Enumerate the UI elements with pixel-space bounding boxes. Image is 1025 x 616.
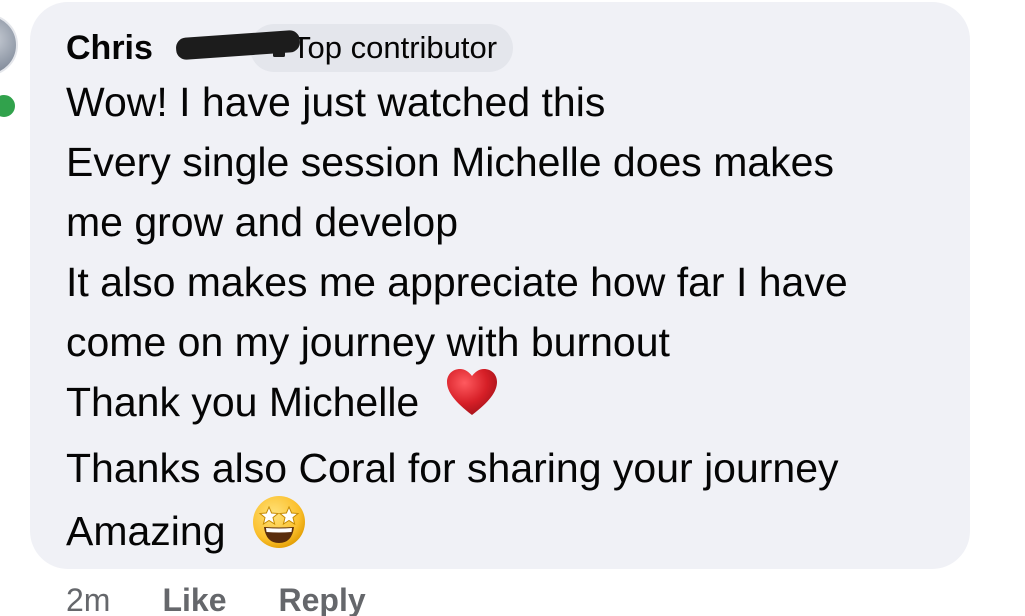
badge-label: Top contributor: [292, 30, 498, 65]
comment-body: Wow! I have just watched this Every sing…: [66, 72, 956, 570]
comment-line: me grow and develop: [66, 199, 459, 245]
star-struck-icon: [251, 494, 307, 566]
comment-line: Every single session Michelle does makes: [66, 139, 834, 185]
comment-screen: Chris Top contributor Wow! I have just w…: [0, 0, 1025, 616]
comment-line: Wow! I have just watched this: [66, 79, 606, 125]
comment-actions: 2m Like Reply: [66, 582, 366, 616]
comment-timestamp[interactable]: 2m: [66, 582, 110, 616]
reply-button[interactable]: Reply: [278, 582, 365, 616]
author-avatar[interactable]: [0, 14, 18, 76]
comment-line: Amazing: [66, 496, 956, 570]
comment-line: Thanks also Coral for sharing your journ…: [66, 445, 839, 492]
comment-line: It also makes me appreciate how far I ha…: [66, 259, 848, 305]
comment-header: Chris: [66, 24, 153, 72]
author-name[interactable]: Chris: [66, 29, 153, 68]
comment-line: come on my journey with burnout: [66, 319, 670, 365]
online-status-indicator: [0, 92, 18, 120]
like-button[interactable]: Like: [162, 582, 226, 616]
red-heart-icon: [445, 368, 499, 434]
comment-line: Thank you Michelle: [66, 369, 956, 438]
